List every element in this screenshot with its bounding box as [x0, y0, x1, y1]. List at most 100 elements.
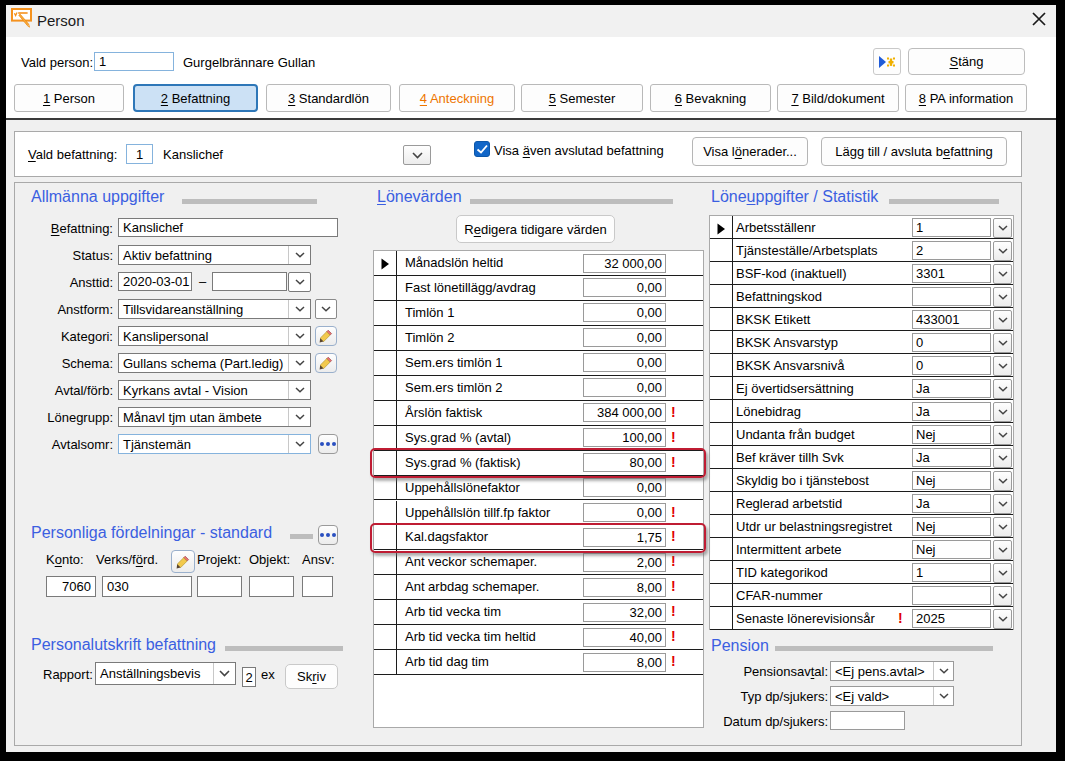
- field-combo[interactable]: Tillsvidareanställning: [118, 299, 311, 319]
- chevron-down-icon[interactable]: [288, 300, 310, 318]
- row-value-input[interactable]: 32,00: [583, 603, 666, 622]
- row-value-input[interactable]: Ja: [912, 494, 991, 513]
- row-value-input[interactable]: [912, 287, 991, 306]
- row-value-input[interactable]: Nej: [912, 471, 991, 490]
- close-window-button[interactable]: Stäng: [908, 48, 1025, 75]
- row-value-input[interactable]: 0,00: [583, 303, 666, 322]
- row-dropdown-button[interactable]: [993, 379, 1012, 399]
- row-value-input[interactable]: 3301: [912, 264, 991, 283]
- row-value-input[interactable]: 2025: [912, 609, 991, 628]
- personliga-input[interactable]: [302, 576, 333, 597]
- row-dropdown-button[interactable]: [993, 402, 1012, 422]
- personliga-input[interactable]: 7060: [46, 576, 96, 597]
- row-value-input[interactable]: 2,00: [583, 553, 666, 572]
- row-dropdown-button[interactable]: [993, 310, 1012, 330]
- run-button[interactable]: [873, 48, 901, 75]
- dots-button[interactable]: [318, 434, 338, 454]
- personliga-input[interactable]: [249, 576, 294, 597]
- chevron-down-icon[interactable]: [933, 662, 953, 680]
- pencil-icon[interactable]: [171, 550, 195, 573]
- tab-pa-information[interactable]: 8 PA information: [905, 84, 1027, 112]
- ansttid-from-input[interactable]: 2020-03-01: [118, 272, 192, 291]
- ansttid-dropdown-button[interactable]: [288, 272, 311, 292]
- tab-bevakning[interactable]: 6 Bevakning: [650, 84, 771, 112]
- row-dropdown-button[interactable]: [993, 517, 1012, 537]
- row-dropdown-button[interactable]: [993, 241, 1012, 261]
- tab-semester[interactable]: 5 Semester: [521, 84, 643, 112]
- chevron-down-icon[interactable]: [288, 327, 310, 345]
- row-dropdown-button[interactable]: [993, 448, 1012, 468]
- show-ended-checkbox[interactable]: [474, 141, 490, 157]
- field-combo[interactable]: Kanslipersonal: [118, 326, 311, 346]
- personliga-dots-button[interactable]: [318, 525, 338, 545]
- row-value-input[interactable]: 0,00: [583, 278, 666, 297]
- tab-befattning[interactable]: 2 Befattning: [133, 84, 258, 112]
- tab-standardl-n[interactable]: 3 Standardlön: [266, 84, 391, 112]
- row-value-input[interactable]: 1: [912, 218, 991, 237]
- copies-input[interactable]: 2: [242, 667, 256, 687]
- row-value-input[interactable]: 1: [912, 563, 991, 582]
- pencil-icon[interactable]: [315, 353, 337, 373]
- row-value-input[interactable]: [912, 586, 991, 605]
- extra-dropdown-button[interactable]: [315, 299, 337, 319]
- chevron-down-icon[interactable]: [933, 687, 953, 705]
- pencil-icon[interactable]: [315, 326, 337, 346]
- vald-person-input[interactable]: 1: [94, 52, 174, 71]
- row-value-input[interactable]: 0: [912, 356, 991, 375]
- row-dropdown-button[interactable]: [993, 586, 1012, 606]
- row-dropdown-button[interactable]: [993, 540, 1012, 560]
- row-value-input[interactable]: Nej: [912, 517, 991, 536]
- visa-lonerader-button[interactable]: Visa lönerader...: [692, 137, 808, 166]
- field-combo[interactable]: Kyrkans avtal - Vision: [118, 380, 311, 400]
- redigera-button[interactable]: Redigera tidigare värden: [456, 215, 615, 243]
- row-value-input[interactable]: 0: [912, 333, 991, 352]
- row-value-input[interactable]: 40,00: [583, 628, 666, 647]
- row-value-input[interactable]: Ja: [912, 402, 991, 421]
- row-value-input[interactable]: Ja: [912, 379, 991, 398]
- row-dropdown-button[interactable]: [993, 287, 1012, 307]
- personliga-input[interactable]: 030: [102, 576, 192, 597]
- befattning-number-input[interactable]: 1: [126, 144, 153, 164]
- row-value-input[interactable]: Ja: [912, 448, 991, 467]
- befattning-input[interactable]: Kanslichef: [118, 218, 338, 237]
- row-value-input[interactable]: 433001: [912, 310, 991, 329]
- row-value-input[interactable]: 0,00: [583, 378, 666, 397]
- tab-person[interactable]: 1 Person: [14, 84, 124, 112]
- row-value-input[interactable]: Nej: [912, 540, 991, 559]
- chevron-down-icon[interactable]: [213, 663, 235, 684]
- row-value-input[interactable]: 100,00: [583, 428, 666, 447]
- row-value-input[interactable]: Nej: [912, 425, 991, 444]
- row-dropdown-button[interactable]: [993, 264, 1012, 284]
- row-value-input[interactable]: 0,00: [583, 503, 666, 522]
- row-value-input[interactable]: 2: [912, 241, 991, 260]
- befattning-dropdown-button[interactable]: [403, 145, 431, 165]
- rapport-combo[interactable]: Anställningsbevis: [95, 662, 236, 685]
- skriv-button[interactable]: Skriv: [285, 664, 338, 689]
- row-value-input[interactable]: 384 000,00: [583, 403, 666, 422]
- row-dropdown-button[interactable]: [993, 563, 1012, 583]
- row-value-input[interactable]: 1,75: [583, 528, 666, 547]
- row-value-input[interactable]: 8,00: [583, 578, 666, 597]
- row-dropdown-button[interactable]: [993, 333, 1012, 353]
- row-value-input[interactable]: 80,00: [583, 453, 666, 472]
- chevron-down-icon[interactable]: [288, 435, 310, 453]
- chevron-down-icon[interactable]: [288, 381, 310, 399]
- row-dropdown-button[interactable]: [993, 425, 1012, 445]
- field-combo[interactable]: Månavl tjm utan ämbete: [118, 407, 311, 427]
- row-dropdown-button[interactable]: [993, 494, 1012, 514]
- ansttid-to-input[interactable]: [212, 272, 287, 291]
- chevron-down-icon[interactable]: [288, 408, 310, 426]
- chevron-down-icon[interactable]: [288, 246, 310, 264]
- field-combo[interactable]: Gullans schema (Part.ledig): [118, 353, 311, 373]
- lagg-till-button[interactable]: Lägg till / avsluta befattning: [821, 137, 1007, 166]
- tab-anteckning[interactable]: 4 Anteckning: [399, 84, 515, 112]
- field-combo[interactable]: Tjänstemän: [118, 434, 311, 454]
- row-value-input[interactable]: 0,00: [583, 328, 666, 347]
- chevron-down-icon[interactable]: [288, 354, 310, 372]
- field-combo[interactable]: Aktiv befattning: [118, 245, 311, 265]
- pension-combo[interactable]: <Ej vald>: [830, 686, 954, 706]
- row-value-input[interactable]: 8,00: [583, 653, 666, 672]
- close-icon[interactable]: [1029, 9, 1049, 29]
- row-dropdown-button[interactable]: [993, 471, 1012, 491]
- tab-bild-dokument[interactable]: 7 Bild/dokument: [777, 84, 899, 112]
